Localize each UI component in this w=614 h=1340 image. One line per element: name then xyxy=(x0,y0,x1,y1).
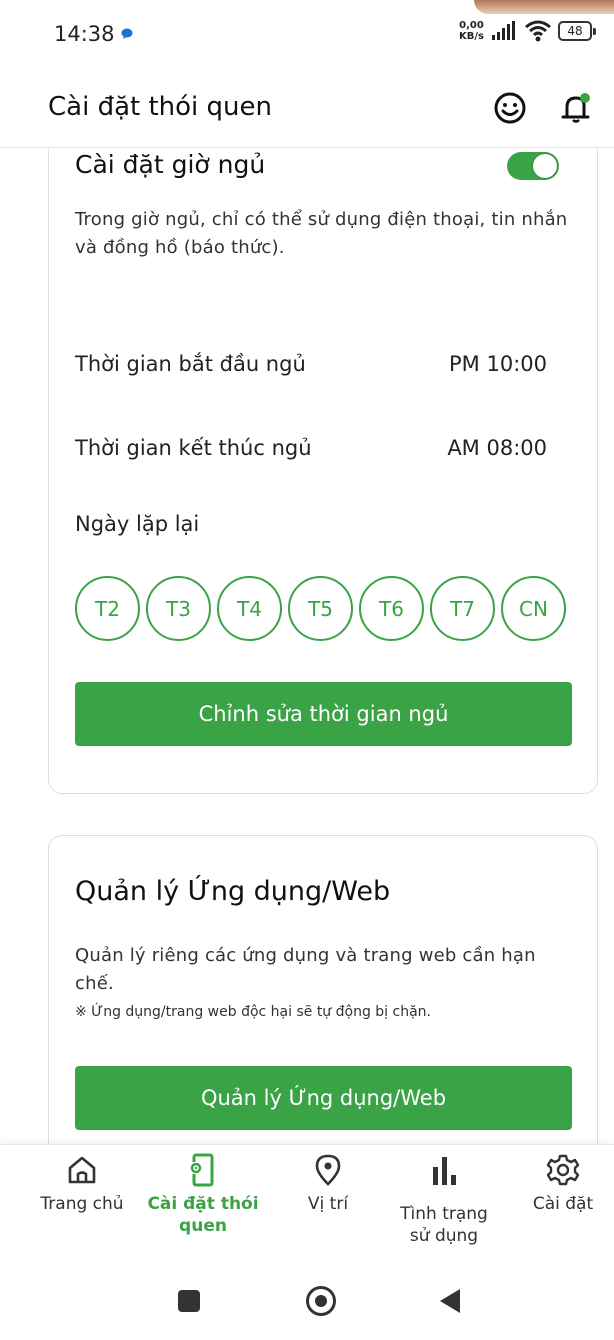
battery-icon: 48 xyxy=(558,21,596,41)
day-chip-tue[interactable]: T3 xyxy=(146,576,211,641)
edit-sleep-time-button[interactable]: Chỉnh sửa thời gian ngủ xyxy=(75,682,572,746)
sleep-start-label: Thời gian bắt đầu ngủ xyxy=(75,352,306,376)
app-web-management-card: Quản lý Ứng dụng/Web Quản lý riêng các ứ… xyxy=(48,835,598,1144)
phone-settings-icon xyxy=(189,1153,214,1187)
page-title: Cài đặt thói quen xyxy=(48,92,272,122)
status-bar: 14:38 0,00 KB/s 48 xyxy=(0,0,614,72)
system-home-button[interactable] xyxy=(306,1286,336,1316)
app-web-note: ※ Ứng dụng/trang web độc hại sẽ tự động … xyxy=(75,1004,431,1020)
day-chip-sun[interactable]: CN xyxy=(501,576,566,641)
bell-icon[interactable] xyxy=(558,90,594,126)
sleep-settings-card: Cài đặt giờ ngủ Trong giờ ngủ, chỉ có th… xyxy=(48,149,598,794)
sleep-start-value: PM 10:00 xyxy=(449,352,547,376)
day-chip-wed[interactable]: T4 xyxy=(217,576,282,641)
toggle-knob xyxy=(533,154,557,178)
gear-icon xyxy=(546,1154,580,1186)
nav-usage-status[interactable]: Tình trạng sử dụng xyxy=(388,1153,500,1247)
bar-chart-icon xyxy=(433,1157,456,1185)
smile-icon[interactable] xyxy=(492,90,528,126)
sleep-end-value: AM 08:00 xyxy=(447,436,547,460)
nav-settings[interactable]: Cài đặt xyxy=(522,1153,604,1215)
day-chip-thu[interactable]: T5 xyxy=(288,576,353,641)
wifi-icon xyxy=(525,20,551,42)
app-web-title: Quản lý Ứng dụng/Web xyxy=(75,876,391,907)
sleep-end-label: Thời gian kết thúc ngủ xyxy=(75,436,312,460)
location-pin-icon xyxy=(315,1154,341,1186)
network-speed: 0,00 KB/s xyxy=(459,20,484,42)
day-chip-sat[interactable]: T7 xyxy=(430,576,495,641)
nav-home[interactable]: Trang chủ xyxy=(30,1153,134,1215)
sleep-description: Trong giờ ngủ, chỉ có thể sử dụng điện t… xyxy=(75,209,568,258)
home-icon xyxy=(68,1156,96,1184)
status-indicators: 0,00 KB/s 48 xyxy=(459,20,596,42)
repeat-days: T2 T3 T4 T5 T6 T7 CN xyxy=(75,576,566,641)
manage-app-web-button[interactable]: Quản lý Ứng dụng/Web xyxy=(75,1066,572,1130)
nav-location-label: Vị trí xyxy=(307,1194,349,1214)
bottom-navigation: Trang chủ Cài đặt thói quen Vị trí Tình … xyxy=(0,1144,614,1264)
app-web-description: Quản lý riêng các ứng dụng và trang web … xyxy=(75,945,536,994)
nav-location[interactable]: Vị trí xyxy=(288,1153,368,1215)
sleep-toggle[interactable] xyxy=(507,152,559,180)
sleep-start-row[interactable]: Thời gian bắt đầu ngủ PM 10:00 xyxy=(75,352,547,376)
content-scroll-area[interactable]: Cài đặt giờ ngủ Trong giờ ngủ, chỉ có th… xyxy=(0,149,614,1144)
network-speed-value: 0,00 xyxy=(459,20,484,31)
recent-apps-button[interactable] xyxy=(178,1290,200,1312)
network-speed-unit: KB/s xyxy=(459,31,484,42)
battery-level: 48 xyxy=(567,24,583,38)
nav-habit-label: Cài đặt thói quen xyxy=(147,1194,259,1236)
sleep-settings-title: Cài đặt giờ ngủ xyxy=(75,150,266,179)
notification-dot xyxy=(580,93,590,103)
sleep-end-row[interactable]: Thời gian kết thúc ngủ AM 08:00 xyxy=(75,436,547,460)
app-header: Cài đặt thói quen xyxy=(0,72,614,148)
nav-habit-settings[interactable]: Cài đặt thói quen xyxy=(140,1153,266,1237)
status-time: 14:38 xyxy=(54,22,115,46)
signal-icon xyxy=(492,21,515,40)
corner-decoration xyxy=(474,0,614,14)
day-chip-mon[interactable]: T2 xyxy=(75,576,140,641)
day-chip-fri[interactable]: T6 xyxy=(359,576,424,641)
repeat-days-label: Ngày lặp lại xyxy=(75,512,200,536)
nav-usage-label: Tình trạng sử dụng xyxy=(400,1204,488,1246)
nav-home-label: Trang chủ xyxy=(40,1194,124,1214)
system-navigation-bar xyxy=(0,1264,614,1340)
message-notification-icon xyxy=(121,28,133,39)
nav-settings-label: Cài đặt xyxy=(532,1194,594,1214)
system-back-button[interactable] xyxy=(440,1289,460,1313)
